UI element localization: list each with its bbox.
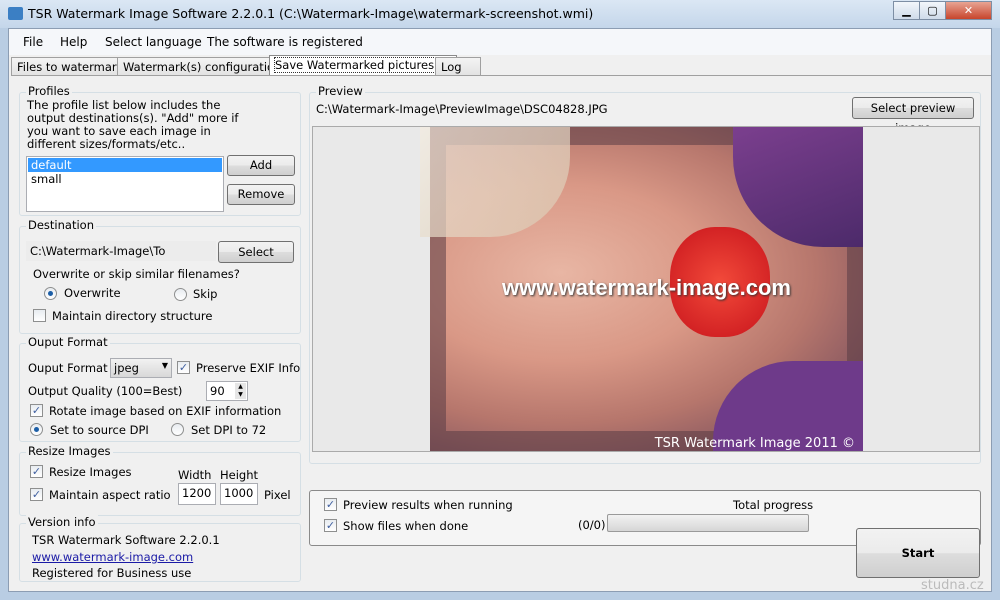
select-preview-image-button[interactable]: Select preview image — [852, 97, 974, 135]
aspect-ratio-label: Maintain aspect ratio — [49, 488, 171, 502]
tab-files-to-watermark[interactable]: Files to watermark — [11, 57, 130, 76]
resize-title: Resize Images — [26, 444, 113, 458]
profiles-description: The profile list below includes the outp… — [27, 98, 239, 151]
preview-image: www.watermark-image.com TSR Watermark Im… — [420, 127, 863, 451]
license-text: Registered for Business use — [32, 566, 192, 580]
quality-stepper[interactable]: 90 ▲ ▼ — [206, 381, 248, 401]
progress-count: (0/0) — [578, 518, 606, 532]
resize-group: Resize Images ✓ Resize Images ✓ Maintain… — [19, 444, 301, 516]
watermark-text: www.watermark-image.com — [502, 275, 791, 300]
rotate-exif-checkbox[interactable]: ✓ — [30, 404, 43, 417]
output-format-title: Ouput Format — [26, 335, 110, 349]
website-link[interactable]: www.watermark-image.com — [32, 550, 193, 564]
maintain-directory-label: Maintain directory structure — [52, 309, 213, 323]
destination-path-field[interactable]: C:\Watermark-Image\To — [26, 241, 216, 261]
total-progress-bar — [607, 514, 809, 532]
skip-label: Skip — [193, 287, 218, 301]
start-button[interactable]: Start — [856, 528, 980, 578]
remove-profile-button[interactable]: Remove — [227, 184, 295, 205]
dpi72-label: Set DPI to 72 — [191, 423, 267, 437]
client-area: File Help Select language The software i… — [8, 28, 992, 593]
spin-arrows-icon[interactable]: ▲ ▼ — [235, 383, 246, 399]
menu-select-language[interactable]: Select language — [105, 35, 202, 49]
resize-checkbox[interactable]: ✓ — [30, 465, 43, 478]
show-files-checkbox[interactable]: ✓ — [324, 519, 337, 532]
total-progress-label: Total progress — [733, 498, 814, 512]
profile-item[interactable]: default — [28, 158, 222, 172]
preview-canvas: www.watermark-image.com TSR Watermark Im… — [312, 126, 980, 452]
version-group: Version info TSR Watermark Software 2.2.… — [19, 515, 301, 582]
menu-registered[interactable]: The software is registered — [207, 35, 363, 49]
tab-page: Profiles The profile list below includes… — [11, 75, 991, 593]
maintain-directory-checkbox[interactable] — [33, 309, 46, 322]
output-format-group: Ouput Format Ouput Format jpeg ▼ ✓ Preser… — [19, 335, 301, 442]
tab-watermark-configuration[interactable]: Watermark(s) configuration — [117, 57, 288, 76]
preserve-exif-checkbox[interactable]: ✓ — [177, 361, 190, 374]
profile-item[interactable]: small — [28, 172, 222, 186]
height-input[interactable]: 1000 — [220, 483, 258, 505]
profiles-group: Profiles The profile list below includes… — [19, 84, 301, 216]
overwrite-question: Overwrite or skip similar filenames? — [33, 267, 240, 281]
quality-value: 90 — [210, 384, 225, 398]
preserve-exif-label: Preserve EXIF Info — [196, 361, 301, 375]
version-name: TSR Watermark Software 2.2.0.1 — [32, 533, 220, 547]
tab-log[interactable]: Log — [435, 57, 481, 76]
dpi72-radio[interactable] — [171, 423, 184, 436]
title-bar: TSR Watermark Image Software 2.2.0.1 (C:… — [0, 0, 1000, 28]
minimize-button[interactable]: ▁ — [893, 1, 920, 20]
profiles-title: Profiles — [26, 84, 72, 98]
version-title: Version info — [26, 515, 98, 529]
tab-save-watermarked[interactable]: Save Watermarked pictures as — [269, 55, 457, 76]
source-dpi-radio[interactable] — [30, 423, 43, 436]
show-files-label: Show files when done — [343, 519, 469, 533]
copyright-text: TSR Watermark Image 2011 © — [654, 436, 855, 451]
quality-label: Output Quality (100=Best) — [28, 384, 183, 398]
app-icon — [8, 7, 23, 20]
preview-title: Preview — [316, 84, 365, 98]
output-format-label: Ouput Format — [28, 361, 108, 375]
output-format-select[interactable]: jpeg ▼ — [110, 358, 172, 378]
preview-group: Preview C:\Watermark-Image\PreviewImage\… — [309, 84, 981, 464]
width-input[interactable]: 1200 — [178, 483, 216, 505]
add-profile-button[interactable]: Add — [227, 155, 295, 176]
destination-title: Destination — [26, 218, 96, 232]
width-label: Width — [178, 468, 212, 482]
profiles-list[interactable]: default small — [26, 156, 224, 212]
maximize-button[interactable]: ▢ — [919, 1, 946, 20]
aspect-ratio-checkbox[interactable]: ✓ — [30, 488, 43, 501]
resize-label: Resize Images — [49, 465, 132, 479]
preview-path: C:\Watermark-Image\PreviewImage\DSC04828… — [316, 102, 608, 116]
select-destination-button[interactable]: Select — [218, 241, 294, 263]
tab-label: Save Watermarked pictures as — [274, 57, 452, 73]
menu-file[interactable]: File — [23, 35, 43, 49]
destination-group: Destination C:\Watermark-Image\To Select… — [19, 218, 301, 334]
overwrite-radio[interactable] — [44, 287, 57, 300]
height-label: Height — [220, 468, 259, 482]
pixel-unit-label: Pixel — [264, 488, 291, 502]
chevron-down-icon: ▼ — [161, 361, 168, 370]
overwrite-label: Overwrite — [64, 286, 121, 300]
corner-watermark: studna.cz — [921, 578, 984, 593]
close-button[interactable]: ✕ — [945, 1, 992, 20]
menu-help[interactable]: Help — [60, 35, 87, 49]
source-dpi-label: Set to source DPI — [50, 423, 149, 437]
output-format-value: jpeg — [114, 361, 139, 375]
menu-bar: File Help Select language The software i… — [9, 29, 991, 55]
preview-results-label: Preview results when running — [343, 498, 513, 512]
preview-results-checkbox[interactable]: ✓ — [324, 498, 337, 511]
rotate-exif-label: Rotate image based on EXIF information — [49, 404, 282, 418]
skip-radio[interactable] — [174, 288, 187, 301]
window-title: TSR Watermark Image Software 2.2.0.1 (C:… — [28, 6, 594, 21]
